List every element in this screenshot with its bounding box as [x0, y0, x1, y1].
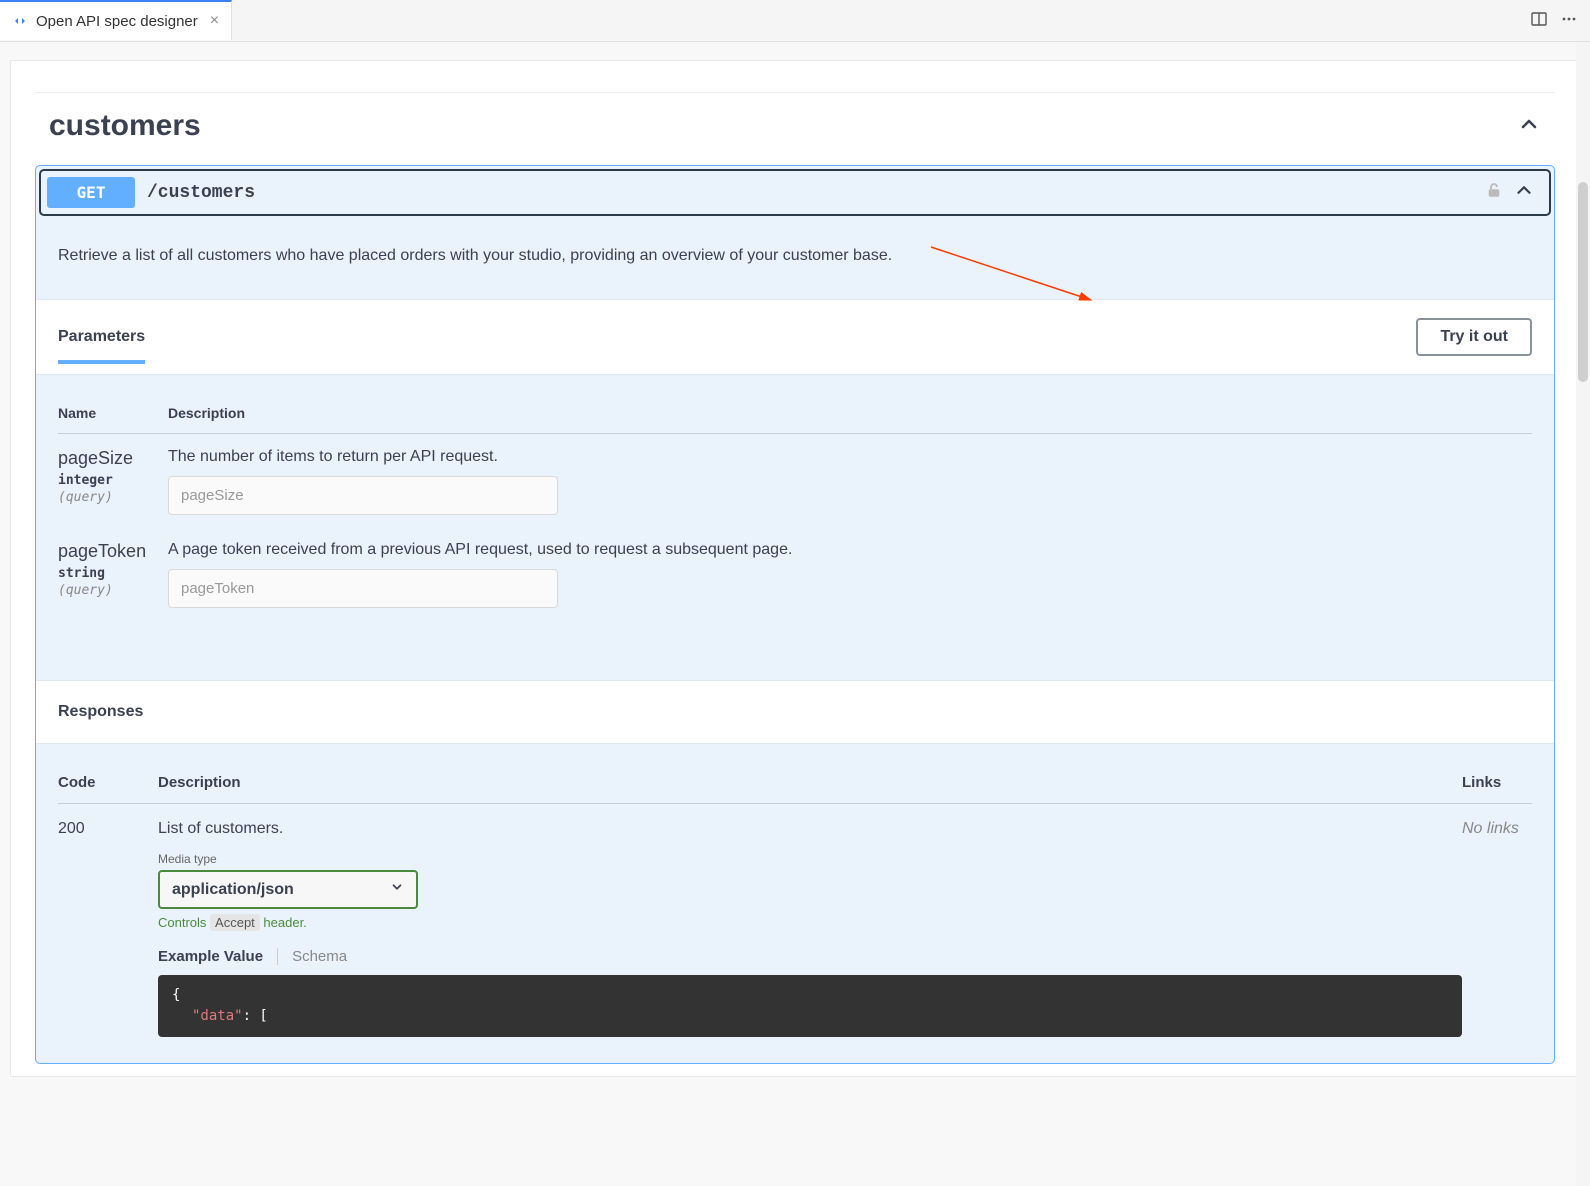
param-in: (query): [58, 490, 168, 505]
media-type-label: Media type: [158, 852, 1462, 866]
response-code: 200: [58, 820, 158, 838]
scrollbar-thumb[interactable]: [1578, 182, 1588, 382]
chevron-up-icon[interactable]: [1513, 179, 1535, 206]
column-header-description: Description: [158, 774, 1462, 791]
operation-block-get-customers: GET /customers Retrieve a list of all cu…: [35, 165, 1555, 1064]
responses-table: Code Description Links 200 List of custo…: [36, 744, 1554, 1063]
split-editor-icon[interactable]: [1530, 10, 1548, 33]
method-badge: GET: [47, 177, 135, 208]
responses-section-title: Responses: [36, 680, 1554, 744]
accept-badge: Accept: [210, 914, 260, 931]
param-type: integer: [58, 473, 168, 488]
column-header-name: Name: [58, 405, 168, 421]
responses-table-header: Code Description Links: [58, 762, 1532, 804]
example-tabs: Example Value Schema: [158, 948, 1462, 965]
more-actions-icon[interactable]: [1560, 10, 1578, 33]
chevron-down-icon: [390, 880, 404, 899]
tab-title: Open API spec designer: [36, 13, 198, 30]
parameters-table: Name Description pageSize integer (query…: [36, 375, 1554, 680]
chevron-up-icon[interactable]: [1517, 112, 1541, 141]
parameters-table-header: Name Description: [58, 393, 1532, 434]
param-description: A page token received from a previous AP…: [168, 541, 1532, 559]
param-name: pageSize: [58, 448, 168, 469]
table-row: pageToken string (query) A page token re…: [58, 527, 1532, 620]
editor-tab-bar: Open API spec designer ×: [0, 0, 1590, 42]
tab-bar-actions: [1530, 0, 1578, 42]
tab-schema[interactable]: Schema: [277, 948, 347, 965]
api-doc-card: customers GET /customers Retrieve a list…: [10, 60, 1580, 1077]
parameters-section-bar: Parameters Try it out: [36, 299, 1554, 375]
column-header-code: Code: [58, 774, 158, 791]
operation-summary[interactable]: GET /customers: [39, 169, 1551, 216]
param-description: The number of items to return per API re…: [168, 448, 1532, 466]
media-type-value: application/json: [172, 881, 294, 899]
response-links: No links: [1462, 820, 1532, 838]
param-type: string: [58, 566, 168, 581]
page-token-input[interactable]: [168, 569, 558, 608]
column-header-links: Links: [1462, 774, 1532, 791]
operation-path: /customers: [147, 183, 1485, 203]
group-title: customers: [49, 109, 201, 143]
example-code-block[interactable]: { "data": [: [158, 975, 1462, 1037]
table-row: pageSize integer (query) The number of i…: [58, 434, 1532, 527]
page-size-input[interactable]: [168, 476, 558, 515]
controls-accept-hint: Controls Accept header.: [158, 915, 1462, 930]
try-it-out-button[interactable]: Try it out: [1416, 318, 1532, 356]
column-header-description: Description: [168, 405, 245, 421]
tab-example-value[interactable]: Example Value: [158, 948, 263, 965]
close-icon[interactable]: ×: [210, 12, 219, 30]
group-header[interactable]: customers: [11, 93, 1579, 165]
tab-parameters[interactable]: Parameters: [58, 328, 145, 364]
param-in: (query): [58, 583, 168, 598]
scrollbar-track[interactable]: [1576, 42, 1590, 1186]
operation-description: Retrieve a list of all customers who hav…: [36, 219, 1554, 299]
table-row: 200 List of customers. Media type applic…: [58, 804, 1532, 1045]
tab-open-api-spec-designer[interactable]: Open API spec designer ×: [0, 0, 232, 40]
media-type-select[interactable]: application/json: [158, 870, 418, 909]
response-description: List of customers.: [158, 820, 1462, 838]
lock-icon[interactable]: [1485, 181, 1503, 204]
param-name: pageToken: [58, 541, 168, 562]
open-api-icon: [12, 13, 28, 29]
